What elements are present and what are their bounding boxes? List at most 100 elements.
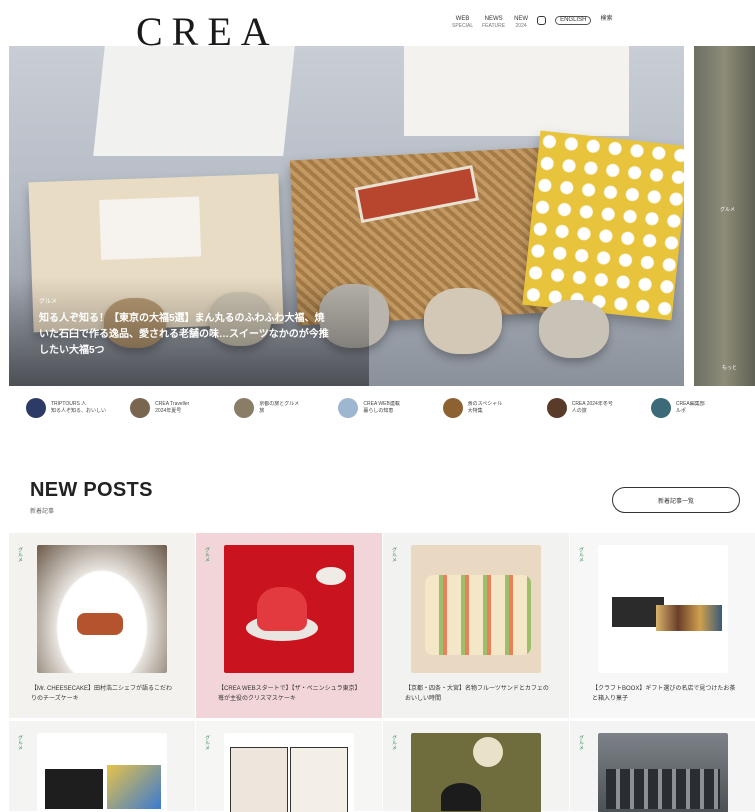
series-item[interactable]: CREA 2024年冬号 人の旅: [546, 396, 651, 420]
post-card[interactable]: グルメ 【Mr. CHEESECAKE】田村浩二シェフが語るこだわりのチーズケー…: [9, 533, 195, 718]
series-avatar: [650, 398, 671, 418]
dessert-shape: [77, 613, 123, 635]
post-tag: グルメ: [17, 735, 23, 750]
tv-screen: [107, 765, 161, 809]
manga-cover: [290, 747, 348, 812]
series-avatar: [442, 398, 463, 418]
nav-item-sub: FEATURE: [482, 23, 506, 29]
series-line2: 2024年夏号: [155, 408, 182, 414]
series-item[interactable]: CREA編集部 ルポ: [650, 396, 755, 420]
language-label: ENGLISH: [555, 16, 592, 25]
hero-photo-lid: [99, 196, 202, 260]
hero-next-slide[interactable]: グルメ もっと: [694, 46, 755, 386]
series-line1: 食のスペシャル: [467, 401, 503, 407]
post-tag: グルメ: [391, 547, 397, 562]
series-avatar: [130, 398, 151, 418]
post-tag: グルメ: [204, 547, 210, 562]
new-posts-subtitle: 新着記事: [30, 509, 55, 515]
nav-item-label: NEW: [514, 16, 529, 22]
series-line1: CREA Traveller: [155, 401, 190, 407]
search-link[interactable]: 検索: [600, 16, 612, 23]
post-card[interactable]: グルメ: [9, 721, 195, 812]
series-line2: 暮らしの知恵: [363, 408, 394, 414]
post-image: [224, 545, 354, 673]
header-nav: WEB SPECIAL NEWS FEATURE NEW 2024 ENGLIS…: [452, 16, 612, 30]
series-line2: ルポ: [675, 408, 686, 414]
site-header: CREA WEB SPECIAL NEWS FEATURE NEW 2024 E…: [0, 0, 755, 52]
hero-photo-label: [354, 164, 480, 224]
hero-side-more: もっと: [722, 365, 738, 371]
hero-side-text: グルメ: [720, 207, 736, 213]
daifuku-5: [539, 300, 609, 358]
new-posts-heading: NEW POSTS: [30, 479, 153, 501]
series-line2: 知る人ぞ知る、おいしい: [51, 408, 107, 414]
gift-box: [656, 605, 722, 631]
nav-item-web[interactable]: WEB SPECIAL: [452, 16, 473, 30]
product-shape: [441, 783, 481, 811]
post-card[interactable]: グルメ: [570, 721, 755, 812]
hero-photo-bag: [404, 46, 629, 136]
hero-title[interactable]: 知る人ぞ知る！【東京の大福5選】まん丸るのふわふわ大福、焼いた石臼で作る逸品、愛…: [39, 311, 329, 359]
instagram-icon: [537, 16, 547, 25]
post-card[interactable]: グルメ 【京都・四条・大宮】名物フルーツサンドとカフェのおいしい時間: [383, 533, 569, 718]
cake-shape: [257, 587, 307, 631]
post-tag: グルメ: [204, 735, 210, 750]
series-line1: CREA WEB連載: [363, 401, 400, 407]
post-card[interactable]: グルメ: [196, 721, 382, 812]
post-tag: グルメ: [578, 547, 584, 562]
post-caption: 【Mr. CHEESECAKE】田村浩二シェフが語るこだわりのチーズケーキ: [31, 686, 173, 702]
product-badge: [473, 737, 503, 767]
post-caption: 【京都・四条・大宮】名物フルーツサンドとカフェのおいしい時間: [405, 686, 549, 702]
nav-item-new[interactable]: NEW 2024: [514, 16, 528, 30]
post-image: [411, 545, 541, 673]
search-label: 検索: [600, 16, 613, 22]
series-line1: CREA 2024年冬号: [571, 401, 613, 407]
post-image: [37, 733, 167, 812]
series-item[interactable]: CREA WEB連載 暮らしの知恵: [338, 396, 442, 420]
hero-slide[interactable]: グルメ 知る人ぞ知る！【東京の大福5選】まん丸るのふわふわ大福、焼いた石臼で作る…: [9, 46, 684, 386]
post-card[interactable]: グルメ 【CREA WEBスタートで】【ザ・ペニンシュラ東京】苺が主役のクリスマ…: [196, 533, 382, 718]
post-image: [224, 733, 354, 812]
post-image: [411, 733, 541, 812]
series-avatar: [26, 398, 46, 418]
post-image: [598, 545, 728, 673]
series-item[interactable]: 食のスペシャル 大特集: [442, 396, 547, 420]
tv-screen: [45, 769, 103, 809]
daifuku-4: [424, 288, 502, 354]
post-caption: 【CREA WEBスタートで】【ザ・ペニンシュラ東京】苺が主役のクリスマスケーキ: [218, 686, 361, 702]
factory-machine: [606, 769, 720, 809]
series-item[interactable]: 京都の旅とグルメ旅: [234, 396, 338, 420]
nav-item-news[interactable]: NEWS FEATURE: [482, 16, 505, 30]
post-image: [37, 545, 167, 673]
hero-photo-bag: [93, 46, 295, 156]
series-line1: 京都の旅とグルメ: [259, 401, 300, 407]
series-item[interactable]: TRIPTOURS 人知る人ぞ知る、おいしい: [26, 396, 130, 420]
hero-category: グルメ: [39, 299, 58, 305]
series-line2: 人の旅: [571, 408, 587, 414]
manga-cover: [230, 747, 288, 812]
post-tag: グルメ: [578, 735, 584, 750]
series-line2: 旅: [259, 408, 265, 414]
cake-slice: [316, 567, 346, 585]
nav-item-label: NEWS: [484, 16, 503, 22]
series-line1: TRIPTOURS 人: [51, 401, 87, 407]
post-card[interactable]: グルメ: [383, 721, 569, 812]
language-switch[interactable]: ENGLISH: [555, 16, 592, 25]
new-posts-more-button[interactable]: 新着記事一覧: [612, 487, 740, 513]
series-line1: CREA編集部: [675, 401, 705, 407]
post-tag: グルメ: [391, 735, 397, 750]
sandwich-shape: [425, 575, 531, 655]
post-image: [598, 733, 728, 812]
nav-item-label: WEB: [455, 16, 470, 22]
nav-item-sub: 2024: [515, 23, 527, 29]
post-tag: グルメ: [17, 547, 23, 562]
nav-item-sub: SPECIAL: [452, 23, 474, 29]
post-card[interactable]: グルメ 【クラフトBOOX】ギフト選びの名店で見つけたお茶と箱入り菓子: [570, 533, 755, 718]
post-caption: 【クラフトBOOX】ギフト選びの名店で見つけたお茶と箱入り菓子: [592, 686, 736, 702]
series-avatar: [234, 398, 255, 418]
series-avatar: [338, 398, 359, 418]
series-strip: TRIPTOURS 人知る人ぞ知る、おいしい CREA Traveller 202…: [26, 396, 755, 420]
hero-photo-yellow-box: [522, 130, 684, 321]
instagram-link[interactable]: [537, 16, 547, 25]
series-item[interactable]: CREA Traveller 2024年夏号: [130, 396, 234, 420]
